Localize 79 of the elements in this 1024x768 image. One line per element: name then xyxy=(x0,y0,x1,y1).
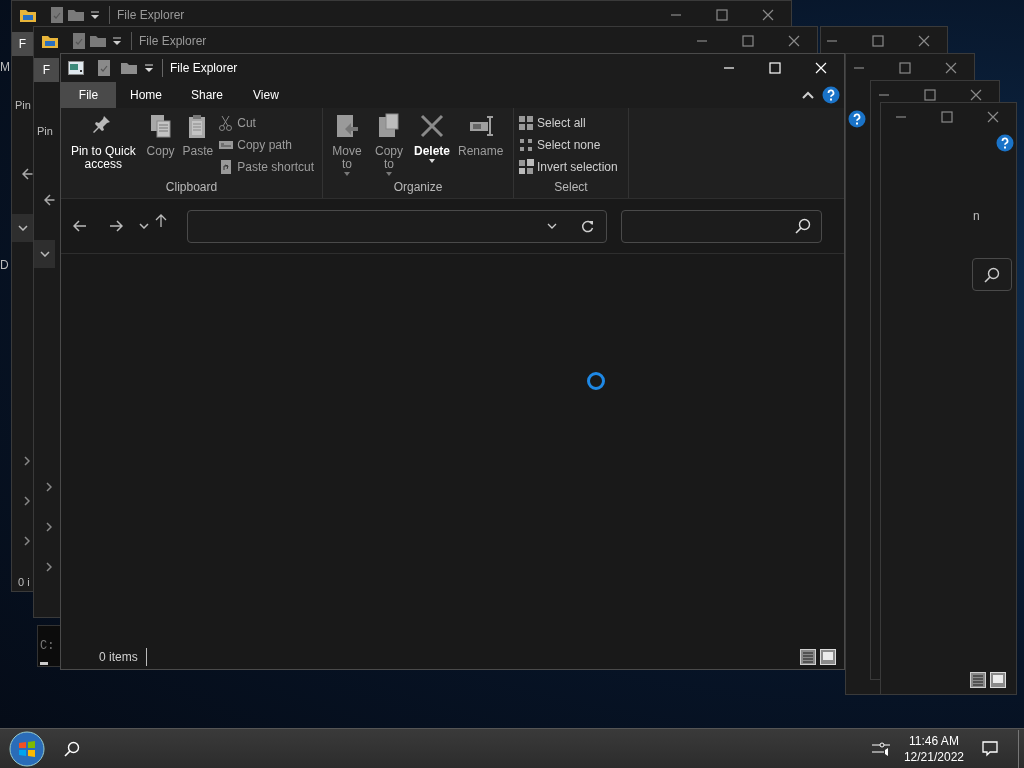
chevron-right-icon[interactable] xyxy=(24,536,30,546)
ribbon-tab[interactable]: View xyxy=(238,82,294,108)
address-field[interactable] xyxy=(187,209,607,243)
grid-icon xyxy=(518,115,534,131)
copy-icon xyxy=(376,113,402,139)
grid-icon xyxy=(518,159,534,175)
search-icon xyxy=(984,266,1000,283)
ribbon-text: Pin xyxy=(37,124,53,139)
search-icon xyxy=(795,218,811,234)
chevron-right-icon[interactable] xyxy=(46,482,52,492)
help-icon[interactable] xyxy=(822,86,840,104)
chevron-right-icon[interactable] xyxy=(24,496,30,506)
collapse-ribbon-icon[interactable] xyxy=(802,91,814,99)
chevron-down-icon xyxy=(39,251,50,257)
up-icon[interactable] xyxy=(155,214,167,228)
dropdown-icon[interactable] xyxy=(111,35,123,46)
ribbon-tab[interactable]: File xyxy=(61,82,116,108)
folder-icon[interactable] xyxy=(120,61,138,75)
folder-icon xyxy=(89,33,107,48)
chevron-right-icon[interactable] xyxy=(24,456,30,466)
dropdown-icon[interactable] xyxy=(89,9,101,20)
ribbon-button[interactable]: Delete xyxy=(411,111,454,178)
dropdown-icon[interactable] xyxy=(144,63,154,73)
expand-button[interactable] xyxy=(12,214,33,242)
document-check-icon xyxy=(51,6,63,23)
text-fragment: D xyxy=(0,257,9,274)
rename-icon xyxy=(467,113,494,139)
chevron-right-icon[interactable] xyxy=(46,522,52,532)
ribbon-tab[interactable]: Home xyxy=(116,82,176,108)
ribbon-button[interactable]: Invert selection xyxy=(518,157,622,177)
chevron-down-icon xyxy=(17,225,28,231)
chevron-right-icon[interactable] xyxy=(46,562,52,572)
help-icon[interactable] xyxy=(848,110,866,128)
details-view-icon[interactable] xyxy=(970,672,986,688)
ribbon-text: Pin xyxy=(15,98,31,113)
help-icon[interactable] xyxy=(996,134,1014,152)
console-cursor xyxy=(40,662,48,665)
text-fragment: C: xyxy=(40,638,55,655)
status-text: 0 i xyxy=(18,575,30,590)
ribbon-tab[interactable]: Share xyxy=(176,82,239,108)
group-label: Clipboard xyxy=(164,179,219,196)
clock-date: 12/21/2022 xyxy=(903,748,964,765)
move-icon xyxy=(334,113,360,139)
window-title: File Explorer xyxy=(109,5,185,24)
group-label: Select xyxy=(553,179,589,196)
text-fragment: n xyxy=(973,208,980,225)
ribbon-tab[interactable]: F xyxy=(34,58,59,82)
status-text: 0 items xyxy=(99,647,147,666)
ribbon-button[interactable]: Pin to Quick access xyxy=(65,111,142,178)
large-icons-view-icon[interactable] xyxy=(820,648,836,665)
forward-icon[interactable] xyxy=(109,220,123,232)
network-volume-icon[interactable] xyxy=(871,740,890,757)
back-icon[interactable] xyxy=(44,194,55,206)
grid-icon xyxy=(518,137,534,153)
scissors-icon xyxy=(218,115,235,131)
folder-icon xyxy=(67,7,85,22)
document-check-icon xyxy=(73,32,85,49)
back-icon[interactable] xyxy=(73,220,87,232)
properties-icon[interactable] xyxy=(68,61,84,75)
group-label: Organize xyxy=(392,179,444,196)
window-title: File Explorer xyxy=(162,59,238,77)
text-fragment: M xyxy=(0,59,10,76)
ribbon-button[interactable]: Select all xyxy=(518,113,622,133)
ribbon-tab[interactable]: F xyxy=(12,32,33,56)
search-icon[interactable] xyxy=(64,740,80,757)
search-field[interactable] xyxy=(621,209,822,243)
back-icon[interactable] xyxy=(22,168,33,180)
chevron-down-icon[interactable] xyxy=(139,223,149,229)
window-title: File Explorer xyxy=(131,31,207,50)
details-view-icon[interactable] xyxy=(800,648,816,665)
delete-icon xyxy=(419,113,445,139)
notifications-icon[interactable] xyxy=(982,740,998,757)
expand-button[interactable] xyxy=(34,240,55,268)
clock-time: 11:46 AM xyxy=(909,732,959,749)
chevron-down-icon[interactable] xyxy=(547,223,557,229)
document-check-icon[interactable] xyxy=(98,60,110,76)
start-button[interactable] xyxy=(9,730,45,767)
refresh-icon[interactable] xyxy=(581,219,594,233)
ribbon-button[interactable]: Select none xyxy=(518,135,622,155)
